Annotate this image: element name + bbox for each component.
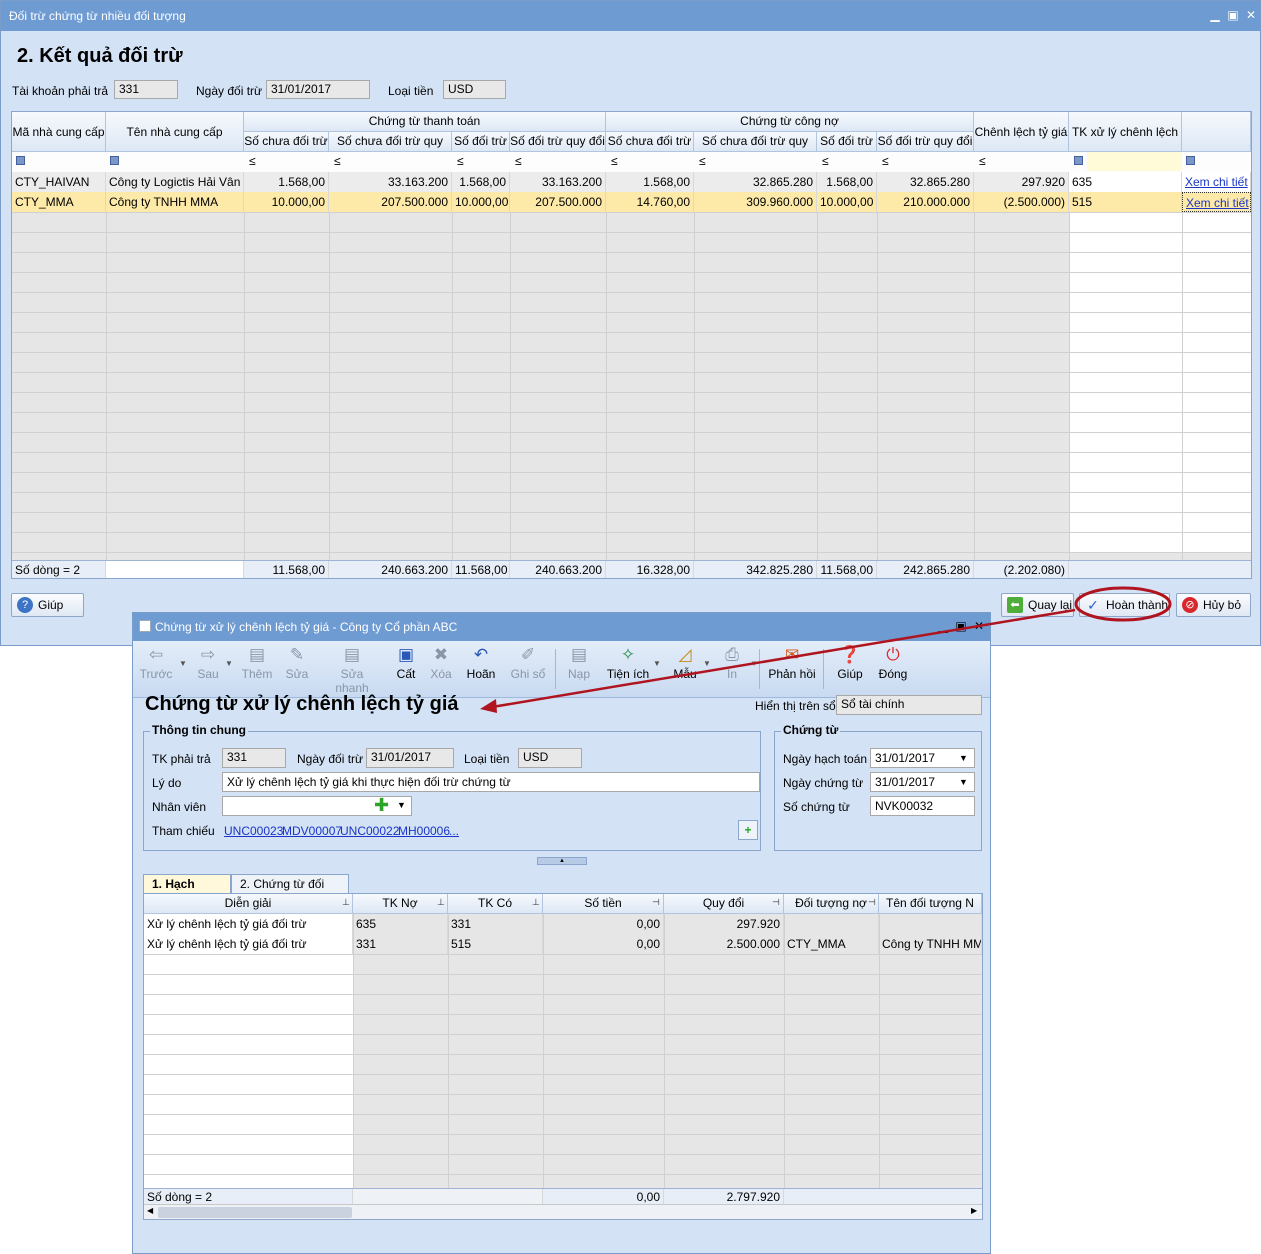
highlight-ellipse — [1074, 586, 1172, 622]
annotation-overlay — [480, 586, 1172, 713]
arrow-head-icon — [480, 699, 497, 713]
annotation-arrow — [491, 608, 1076, 709]
